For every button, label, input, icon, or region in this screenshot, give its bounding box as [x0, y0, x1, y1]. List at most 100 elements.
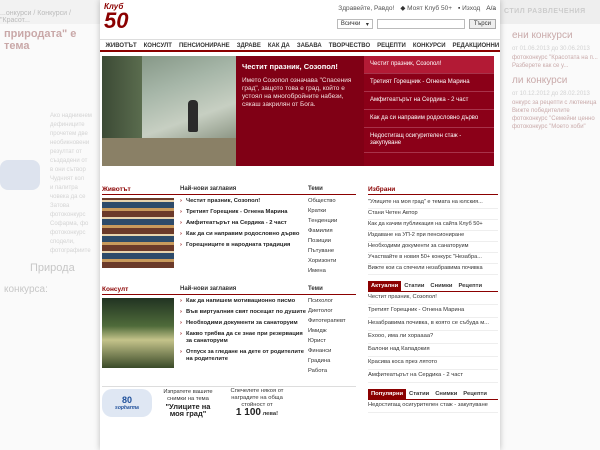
current-tabs: Актуални Статии Снимки Рецепти	[368, 281, 498, 292]
current-link[interactable]: Красива коса през лятото	[368, 357, 498, 370]
nav-item[interactable]: РЕДАКЦИОННИ	[449, 40, 500, 50]
sidebar-link[interactable]: Вижте кои са спечели незабравима почивка	[368, 264, 498, 275]
featured-list-item[interactable]: Третият Горещник - Огнена Марина	[364, 74, 494, 92]
tab-popular[interactable]: Популярни	[368, 389, 407, 399]
article-link[interactable]: Необходими документи за санаторуим	[180, 320, 308, 327]
featured-image[interactable]	[102, 56, 236, 166]
nav-item[interactable]: КАК ДА	[264, 40, 293, 50]
sidebar-link[interactable]: Стани Четен Автор	[368, 209, 498, 220]
sidebar-link[interactable]: Как да качим публикация на сайта Клуб 50…	[368, 220, 498, 231]
article-link[interactable]: Във виртуалния свят посещат по душите	[180, 309, 308, 316]
section-zhivotat: Животът Най-нови заглавия Теми Честит пр…	[102, 186, 356, 278]
topic-link[interactable]: Позиции	[308, 238, 356, 245]
banner-line: Изпратете вашите снимки на тема	[163, 388, 213, 402]
tab-photos[interactable]: Снимки	[427, 281, 455, 291]
topic-link[interactable]: Фитотерапевт	[308, 318, 356, 325]
tab-photos[interactable]: Снимки	[432, 389, 460, 399]
sidebar-link[interactable]: Издаване на УП-2 при пенсиониране	[368, 231, 498, 242]
current-link[interactable]: Честит празник, Созопол!	[368, 292, 498, 305]
topic-link[interactable]: Кратки	[308, 208, 356, 215]
background-heading-2: конкурса:	[4, 284, 48, 295]
search-input[interactable]	[376, 19, 465, 29]
contest-banner[interactable]: 80 sopharma Изпратете вашите снимки на т…	[102, 386, 356, 417]
current-link[interactable]: Балони над Кападокия	[368, 344, 498, 357]
featured-list-item[interactable]: Недостигащ осигурителен стаж - закупуван…	[364, 128, 494, 153]
featured-summary[interactable]: Честит празник, Созопол! Името Созопол о…	[236, 56, 364, 166]
topic-link[interactable]: Общество	[308, 198, 356, 205]
nav-item[interactable]: ПЕНСИОНИРАНЕ	[175, 40, 233, 50]
background-right-link: фотоконкурс "Моето хоби"	[512, 124, 586, 130]
article-link[interactable]: Как да напишем мотивационно писмо	[180, 298, 308, 305]
sopharma-logo: 80 sopharma	[102, 388, 152, 417]
greeting-text: Здравейте, Равдо!	[338, 4, 395, 12]
tab-recipes[interactable]: Рецепти	[455, 281, 485, 291]
section-title[interactable]: Животът	[102, 186, 180, 193]
section-title[interactable]: Консулт	[102, 286, 180, 293]
nav-item[interactable]: ЖИВОТЪТ	[102, 40, 140, 50]
tab-recipes[interactable]: Рецепти	[460, 389, 490, 399]
current-link[interactable]: Незабравима почивка, в която се събуда м…	[368, 318, 498, 331]
article-link[interactable]: Амфитеатърът на Сердика - 2 част	[180, 220, 308, 227]
popular-tabs: Популярни Статии Снимки Рецепти	[368, 389, 498, 400]
logout-link[interactable]: ▪ Изход	[458, 5, 480, 12]
sopharma-logo-number: 80	[121, 394, 132, 405]
article-link[interactable]: Как да си направим родословно дърво	[180, 231, 308, 238]
popular-link[interactable]: Недостигащ осигурителен стаж - закупуван…	[368, 400, 498, 413]
topic-link[interactable]: Градина	[308, 358, 356, 365]
current-link[interactable]: Третият Горещник - Огнена Марина	[368, 305, 498, 318]
article-link[interactable]: Честит празник, Созопол!	[180, 198, 308, 205]
featured-title[interactable]: Честит празник, Созопол!	[242, 62, 358, 71]
current-link[interactable]: Амфитеатърът на Сердика - 2 част	[368, 370, 498, 383]
featured-list-item[interactable]: Как да си направим родословно дърво	[364, 110, 494, 128]
article-link[interactable]: Третият Горещник - Огнена Марина	[180, 209, 308, 216]
article-list: Честит празник, Созопол! Третият Горещни…	[180, 198, 308, 278]
section-header: Консулт Най-нови заглавия Теми	[102, 286, 356, 295]
background-sopharma-logo	[0, 160, 40, 190]
search-button[interactable]: Търси	[468, 19, 496, 29]
club50-logo[interactable]: Клуб 50	[104, 2, 140, 36]
search-scope-select[interactable]: Всички ▾	[336, 19, 373, 29]
topic-link[interactable]: Фамилия	[308, 228, 356, 235]
tab-articles[interactable]: Статии	[401, 281, 427, 291]
topic-link[interactable]: Имена	[308, 268, 356, 275]
background-right-link: Разберете как се у...	[512, 63, 569, 69]
current-link[interactable]: Ехооо, има ли хораааа?	[368, 331, 498, 344]
background-right-heading: ени конкурси	[512, 30, 573, 41]
article-link[interactable]: Горещниците в народната традиция	[180, 242, 308, 249]
tab-current[interactable]: Актуални	[368, 281, 402, 291]
nav-item[interactable]: КОНКУРСИ	[409, 40, 449, 50]
section-thumbnail[interactable]	[102, 198, 174, 268]
topic-link[interactable]: Юрист	[308, 338, 356, 345]
tab-articles[interactable]: Статии	[406, 389, 432, 399]
topic-link[interactable]: Хоризонти	[308, 258, 356, 265]
section-thumbnail[interactable]	[102, 298, 174, 368]
nav-item[interactable]: ТВОРЧЕСТВО	[325, 40, 373, 50]
font-size-toggle[interactable]: A/a	[486, 5, 496, 12]
topic-link[interactable]: Финанси	[308, 348, 356, 355]
topic-link[interactable]: Работа	[308, 368, 356, 375]
nav-item[interactable]: КОНСУЛТ	[140, 40, 175, 50]
nav-item[interactable]: ЗАБАВА	[293, 40, 325, 50]
topic-link[interactable]: Пътуване	[308, 248, 356, 255]
topic-link[interactable]: Психолог	[308, 298, 356, 305]
banner-currency: лева!	[262, 410, 279, 417]
section-header: Животът Най-нови заглавия Теми	[102, 186, 356, 195]
topic-link[interactable]: Тенденции	[308, 218, 356, 225]
topic-link[interactable]: Диетолог	[308, 308, 356, 315]
sidebar-link[interactable]: Необходими документи за санаторуим	[368, 242, 498, 253]
nav-item[interactable]: ЗДРАВЕ	[233, 40, 264, 50]
sidebar-link[interactable]: Участвайте в новия 50+ конкурс "Незабра.…	[368, 253, 498, 264]
section-body: Как да напишем мотивационно писмо Във ви…	[102, 298, 356, 378]
image-figure	[188, 100, 198, 132]
featured-links: "Улиците на моя град" е темата на юлския…	[368, 198, 498, 275]
nav-item[interactable]: РЕЦЕПТИ	[374, 40, 410, 50]
article-link[interactable]: Отпуск за гледане на дете от родителите …	[180, 349, 308, 363]
article-link[interactable]: Какво трябва да се знае при резервация з…	[180, 331, 308, 345]
topic-link[interactable]: Имидж	[308, 328, 356, 335]
featured-list: Честит празник, Созопол! Третият Горещни…	[364, 56, 494, 166]
my-club-link[interactable]: ◆ Моят Клуб 50+	[400, 4, 452, 12]
featured-list-item[interactable]: Амфитеатърът на Сердика - 2 част	[364, 92, 494, 110]
sidebar-link[interactable]: "Улиците на моя град" е темата на юлския…	[368, 198, 498, 209]
featured-list-item[interactable]: Честит празник, Созопол!	[364, 56, 494, 74]
background-right-link: Вижте победителите	[512, 108, 570, 114]
